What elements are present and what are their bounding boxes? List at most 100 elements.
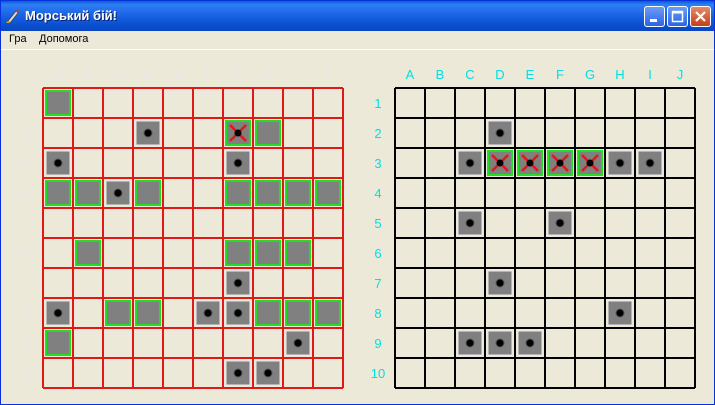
enemy-cell-A2[interactable] — [395, 118, 425, 148]
enemy-cell-G1[interactable] — [575, 88, 605, 118]
enemy-cell-I8[interactable] — [635, 298, 665, 328]
enemy-cell-H4[interactable] — [605, 178, 635, 208]
enemy-cell-C8[interactable] — [455, 298, 485, 328]
enemy-cell-J2[interactable] — [665, 118, 695, 148]
enemy-cell-A8[interactable] — [395, 298, 425, 328]
enemy-cell-B6[interactable] — [425, 238, 455, 268]
enemy-cell-C10[interactable] — [455, 358, 485, 388]
enemy-cell-E8[interactable] — [515, 298, 545, 328]
enemy-cell-B7[interactable] — [425, 268, 455, 298]
enemy-cell-I1[interactable] — [635, 88, 665, 118]
enemy-cell-B4[interactable] — [425, 178, 455, 208]
enemy-cell-D4[interactable] — [485, 178, 515, 208]
enemy-cell-C1[interactable] — [455, 88, 485, 118]
enemy-cell-F4[interactable] — [545, 178, 575, 208]
enemy-cell-E6[interactable] — [515, 238, 545, 268]
maximize-button[interactable] — [667, 6, 688, 27]
enemy-cell-H6[interactable] — [605, 238, 635, 268]
enemy-cell-F8[interactable] — [545, 298, 575, 328]
enemy-cell-J10[interactable] — [665, 358, 695, 388]
enemy-cell-F9[interactable] — [545, 328, 575, 358]
enemy-cell-F2[interactable] — [545, 118, 575, 148]
enemy-cell-D1[interactable] — [485, 88, 515, 118]
enemy-cell-J5[interactable] — [665, 208, 695, 238]
enemy-cell-D10[interactable] — [485, 358, 515, 388]
enemy-cell-J8[interactable] — [665, 298, 695, 328]
enemy-cell-B10[interactable] — [425, 358, 455, 388]
enemy-cell-D8[interactable] — [485, 298, 515, 328]
menu-help[interactable]: Допомога — [39, 33, 88, 45]
player-ship-cell — [45, 90, 71, 116]
enemy-cell-A3[interactable] — [395, 148, 425, 178]
enemy-cell-E5[interactable] — [515, 208, 545, 238]
enemy-cell-A4[interactable] — [395, 178, 425, 208]
player-ship-cell — [285, 300, 311, 326]
enemy-cell-E2[interactable] — [515, 118, 545, 148]
enemy-cell-C6[interactable] — [455, 238, 485, 268]
enemy-cell-J6[interactable] — [665, 238, 695, 268]
player-shot-dot-icon — [233, 368, 243, 378]
enemy-cell-A5[interactable] — [395, 208, 425, 238]
enemy-cell-G8[interactable] — [575, 298, 605, 328]
player-cell-J1 — [313, 88, 343, 118]
enemy-cell-H10[interactable] — [605, 358, 635, 388]
enemy-cell-I9[interactable] — [635, 328, 665, 358]
enemy-cell-I5[interactable] — [635, 208, 665, 238]
enemy-cell-J3[interactable] — [665, 148, 695, 178]
enemy-cell-D5[interactable] — [485, 208, 515, 238]
enemy-cell-G5[interactable] — [575, 208, 605, 238]
player-row-label: 5 — [22, 216, 29, 231]
enemy-cell-H5[interactable] — [605, 208, 635, 238]
enemy-cell-H7[interactable] — [605, 268, 635, 298]
player-ship-cell — [315, 300, 341, 326]
enemy-board[interactable]: A B C D E F G H I J 1 2 3 4 5 6 7 8 9 10 — [371, 67, 696, 389]
enemy-cell-J7[interactable] — [665, 268, 695, 298]
enemy-cell-I4[interactable] — [635, 178, 665, 208]
enemy-cell-I7[interactable] — [635, 268, 665, 298]
enemy-cell-G7[interactable] — [575, 268, 605, 298]
enemy-cell-C2[interactable] — [455, 118, 485, 148]
enemy-cell-B9[interactable] — [425, 328, 455, 358]
enemy-cell-A10[interactable] — [395, 358, 425, 388]
enemy-cell-B3[interactable] — [425, 148, 455, 178]
enemy-cell-I2[interactable] — [635, 118, 665, 148]
enemy-cell-F7[interactable] — [545, 268, 575, 298]
enemy-cell-B8[interactable] — [425, 298, 455, 328]
enemy-cell-H1[interactable] — [605, 88, 635, 118]
minimize-button[interactable] — [644, 6, 665, 27]
enemy-cell-A9[interactable] — [395, 328, 425, 358]
enemy-cell-E1[interactable] — [515, 88, 545, 118]
enemy-cell-C7[interactable] — [455, 268, 485, 298]
enemy-cell-B2[interactable] — [425, 118, 455, 148]
enemy-cell-F10[interactable] — [545, 358, 575, 388]
enemy-cell-G6[interactable] — [575, 238, 605, 268]
enemy-cell-J9[interactable] — [665, 328, 695, 358]
enemy-cell-H9[interactable] — [605, 328, 635, 358]
enemy-cell-A7[interactable] — [395, 268, 425, 298]
menu-game[interactable]: Гра — [9, 33, 27, 45]
enemy-cell-B5[interactable] — [425, 208, 455, 238]
enemy-cell-A1[interactable] — [395, 88, 425, 118]
enemy-cell-J4[interactable] — [665, 178, 695, 208]
enemy-cell-E7[interactable] — [515, 268, 545, 298]
enemy-cell-I6[interactable] — [635, 238, 665, 268]
player-cell-J9 — [313, 328, 343, 358]
enemy-cell-C4[interactable] — [455, 178, 485, 208]
enemy-cell-B1[interactable] — [425, 88, 455, 118]
enemy-cell-I10[interactable] — [635, 358, 665, 388]
close-button[interactable] — [690, 6, 711, 27]
enemy-cell-J1[interactable] — [665, 88, 695, 118]
enemy-cell-F6[interactable] — [545, 238, 575, 268]
enemy-cell-G9[interactable] — [575, 328, 605, 358]
enemy-cell-G4[interactable] — [575, 178, 605, 208]
enemy-cell-F1[interactable] — [545, 88, 575, 118]
enemy-cell-G10[interactable] — [575, 358, 605, 388]
enemy-cell-G2[interactable] — [575, 118, 605, 148]
enemy-cell-E4[interactable] — [515, 178, 545, 208]
player-cell-A6 — [43, 238, 73, 268]
enemy-cell-H2[interactable] — [605, 118, 635, 148]
enemy-cell-E10[interactable] — [515, 358, 545, 388]
enemy-cell-A6[interactable] — [395, 238, 425, 268]
title-bar[interactable]: Морський бій! — [1, 1, 714, 31]
enemy-cell-D6[interactable] — [485, 238, 515, 268]
